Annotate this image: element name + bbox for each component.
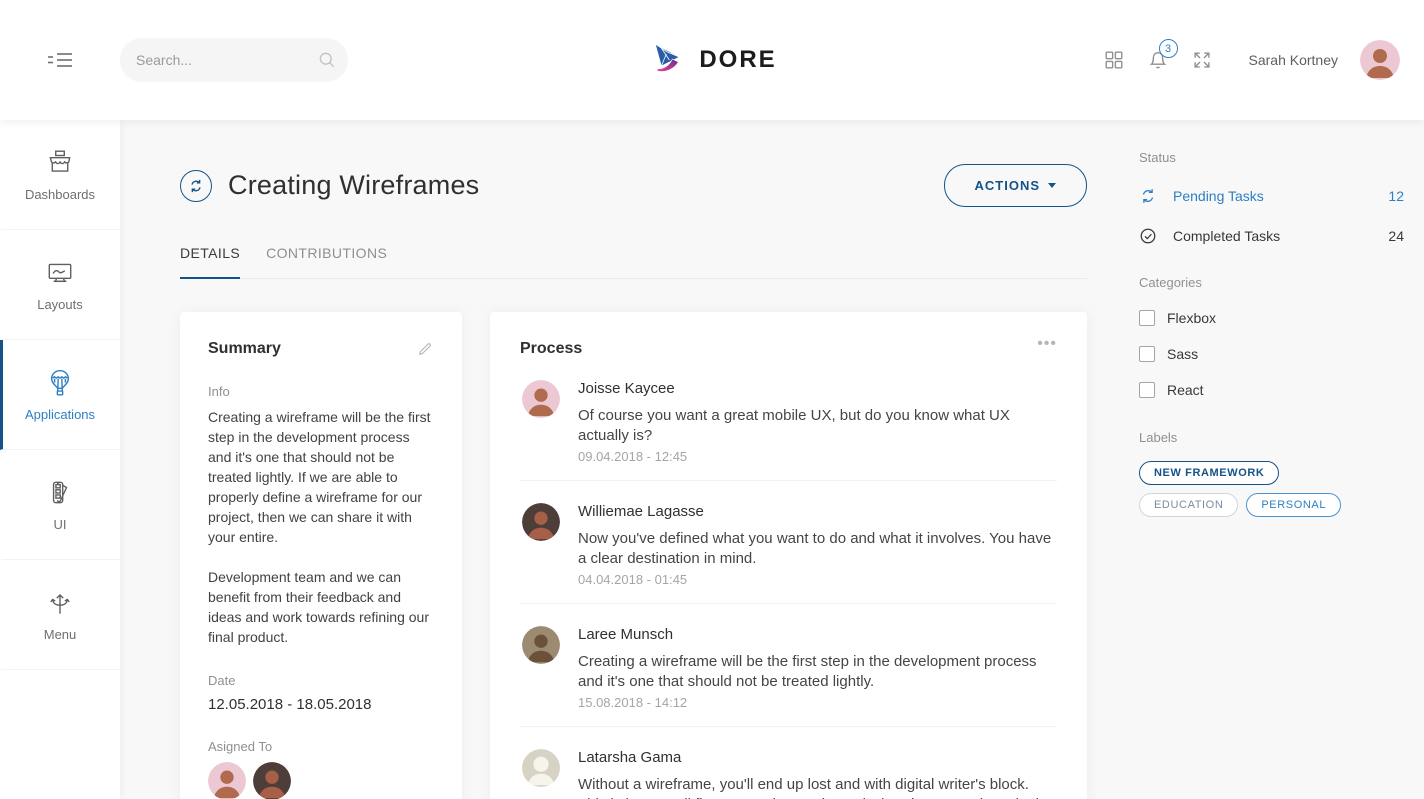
comment-author[interactable]: Latarsha Gama [578,749,1057,766]
check-circle-icon [1139,227,1157,245]
tab-bar: DETAILS CONTRIBUTIONS [180,237,1087,279]
comment-date: 04.04.2018 - 01:45 [578,572,1057,587]
notification-count-badge: 3 [1159,39,1178,58]
left-sidebar: Dashboards Layouts [0,120,120,799]
comment-row: Williemae Lagasse Now you've defined wha… [520,481,1057,604]
notifications-bell-icon[interactable]: 3 [1147,49,1169,71]
info-label: Info [208,384,434,399]
pending-sync-icon [1139,187,1157,205]
user-name[interactable]: Sarah Kortney [1249,52,1339,68]
storefront-icon [45,148,75,178]
top-header: DORE 3 Sarah Kortney [0,0,1424,120]
chevron-down-icon [1048,183,1056,188]
status-heading: Status [1139,150,1404,165]
main-content: Creating Wireframes ACTIONS DETAILS CONT… [120,120,1087,799]
actions-button[interactable]: ACTIONS [944,164,1088,207]
sidebar-item-dashboards[interactable]: Dashboards [0,120,120,230]
assigned-label: Asigned To [208,739,434,754]
comment-text: Creating a wireframe will be the first s… [578,652,1057,692]
comment-avatar[interactable] [522,380,560,418]
comment-avatar[interactable] [522,626,560,664]
user-avatar[interactable] [1360,40,1400,80]
process-card: Process ••• Joisse Kaycee Of course you … [490,312,1087,799]
apps-grid-icon[interactable] [1103,49,1125,71]
checkbox-icon[interactable] [1139,346,1155,362]
sidebar-label: UI [54,517,67,532]
split-arrows-icon [45,588,75,618]
status-value: 24 [1388,228,1404,244]
sidebar-label: Layouts [37,297,83,312]
search-box[interactable] [120,38,348,82]
search-icon[interactable] [317,50,337,70]
categories-heading: Categories [1139,275,1404,290]
logo-text: DORE [699,46,776,74]
checkbox-icon[interactable] [1139,382,1155,398]
monitor-icon [45,258,75,288]
status-label: Completed Tasks [1173,228,1280,244]
brand-logo[interactable]: DORE [647,40,776,80]
category-react[interactable]: React [1139,382,1404,398]
comment-avatar[interactable] [522,749,560,787]
label-pill-personal[interactable]: PERSONAL [1246,493,1341,517]
comment-author[interactable]: Joisse Kaycee [578,380,1057,397]
sidebar-label: Dashboards [25,187,95,202]
date-value: 12.05.2018 - 18.05.2018 [208,696,434,713]
swatches-icon [45,478,75,508]
more-options-icon[interactable]: ••• [1037,340,1057,348]
status-label: Pending Tasks [1173,188,1264,204]
comment-date: 15.08.2018 - 14:12 [578,695,1057,710]
process-title: Process [520,340,582,358]
status-row-pending[interactable]: Pending Tasks 12 [1139,187,1404,205]
refresh-icon[interactable] [180,170,212,202]
actions-button-label: ACTIONS [975,178,1041,193]
label-pill-education[interactable]: EDUCATION [1139,493,1238,517]
logo-mark [647,40,689,80]
page-title: Creating Wireframes [228,170,479,201]
sidebar-label: Menu [44,627,77,642]
summary-title: Summary [208,340,281,358]
label-pill-new-framework[interactable]: NEW FRAMEWORK [1139,461,1279,485]
assignee-avatar[interactable] [253,762,291,799]
comment-avatar[interactable] [522,503,560,541]
sidebar-item-applications[interactable]: Applications [0,340,120,450]
right-panel: Status Pending Tasks 12 Complet [1087,120,1424,799]
sidebar-item-menu[interactable]: Menu [0,560,120,670]
edit-pencil-icon[interactable] [417,340,434,357]
date-label: Date [208,673,434,688]
category-label: React [1167,382,1204,398]
assignee-avatar[interactable] [208,762,246,799]
menu-toggle-icon[interactable] [45,48,75,72]
sidebar-item-ui[interactable]: UI [0,450,120,560]
sidebar-label: Applications [25,407,95,422]
hot-air-balloon-icon [45,368,75,398]
tab-details[interactable]: DETAILS [180,237,240,279]
comment-author[interactable]: Williemae Lagasse [578,503,1057,520]
category-label: Sass [1167,346,1198,362]
comment-text: Without a wireframe, you'll end up lost … [578,775,1057,799]
info-paragraph: Creating a wireframe will be the first s… [208,407,434,547]
comment-date: 09.04.2018 - 12:45 [578,449,1057,464]
category-sass[interactable]: Sass [1139,346,1404,362]
summary-card: Summary Info Creating a wireframe will b… [180,312,462,799]
comment-row: Latarsha Gama Without a wireframe, you'l… [520,727,1057,799]
comment-text: Of course you want a great mobile UX, bu… [578,406,1057,446]
info-paragraph: Development team and we can benefit from… [208,567,434,647]
status-value: 12 [1388,188,1404,204]
sidebar-item-layouts[interactable]: Layouts [0,230,120,340]
category-flexbox[interactable]: Flexbox [1139,310,1404,326]
comment-author[interactable]: Laree Munsch [578,626,1057,643]
labels-heading: Labels [1139,430,1404,445]
comment-row: Laree Munsch Creating a wireframe will b… [520,604,1057,727]
search-input[interactable] [136,52,317,68]
comment-row: Joisse Kaycee Of course you want a great… [520,358,1057,481]
category-label: Flexbox [1167,310,1216,326]
tab-contributions[interactable]: CONTRIBUTIONS [266,237,387,279]
checkbox-icon[interactable] [1139,310,1155,326]
status-row-completed[interactable]: Completed Tasks 24 [1139,227,1404,245]
fullscreen-icon[interactable] [1191,49,1213,71]
comment-text: Now you've defined what you want to do a… [578,529,1057,569]
